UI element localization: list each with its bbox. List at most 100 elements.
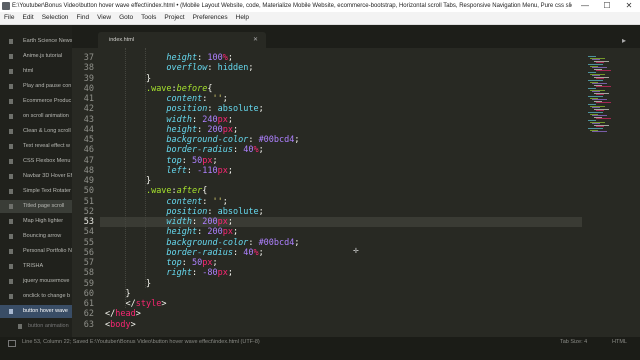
- sidebar-subitem[interactable]: button animation: [0, 320, 72, 333]
- code-token: 200: [202, 217, 218, 227]
- folder-icon: [9, 159, 13, 164]
- sidebar-item[interactable]: Titled page scroll: [0, 200, 72, 213]
- panel-toggle-icon[interactable]: [8, 340, 16, 347]
- code-token: ;: [227, 53, 233, 63]
- menu-bar: File Edit Selection Find View Goto Tools Projec…: [0, 12, 640, 25]
- code-token: ;: [233, 227, 239, 238]
- tab-close-icon[interactable]: ✕: [253, 32, 258, 48]
- code-token: background-color: [166, 237, 249, 248]
- tab-overflow-icon[interactable]: ▸: [622, 36, 626, 45]
- sidebar-item[interactable]: Clean & Long scroll: [0, 125, 72, 138]
- menu-edit[interactable]: Edit: [18, 12, 37, 24]
- menu-view[interactable]: View: [93, 12, 115, 24]
- tab-label: index.html: [109, 37, 135, 43]
- code-token: :: [232, 247, 244, 258]
- folder-icon: [9, 294, 13, 299]
- code-editor[interactable]: height: 100%; overflow: hidden; } .wave:…: [105, 48, 585, 337]
- sidebar-item[interactable]: html: [0, 65, 72, 78]
- sidebar-item[interactable]: Personal Portfolio N: [0, 245, 72, 258]
- code-token: px: [222, 227, 233, 238]
- sidebar-item[interactable]: on scroll animation: [0, 110, 72, 123]
- code-token: -110: [197, 165, 218, 176]
- folder-icon: [9, 189, 13, 194]
- code-line: overflow: hidden;: [105, 63, 253, 73]
- code-token: ;: [258, 104, 264, 115]
- code-token: ;: [258, 206, 264, 217]
- sidebar-item[interactable]: Bouncing arrow: [0, 230, 72, 243]
- folder-icon: [9, 249, 13, 254]
- code-token: 50: [192, 258, 203, 268]
- line-number: 47: [83, 155, 94, 166]
- sidebar-item[interactable]: Map High lighter: [0, 215, 72, 228]
- minimap-line: [596, 102, 611, 104]
- project-sidebar: Earth Science News Anime.js tutorial htm…: [0, 25, 72, 337]
- line-number: 60: [83, 288, 94, 299]
- code-line: }: [105, 289, 130, 299]
- sidebar-item[interactable]: Play and pause con: [0, 80, 72, 93]
- code-token: ;: [248, 63, 254, 74]
- sidebar-item[interactable]: Simple Text Rotater: [0, 185, 72, 198]
- folder-icon: [9, 99, 13, 104]
- minimap-line: [592, 131, 607, 133]
- menu-project[interactable]: Project: [160, 12, 188, 24]
- menu-preferences[interactable]: Preferences: [189, 12, 232, 24]
- code-token: left: [166, 165, 187, 176]
- indent-guide: [145, 48, 146, 288]
- sidebar-item[interactable]: Anime.js tutorial: [0, 50, 72, 63]
- code-token: right: [166, 268, 193, 279]
- line-number: 37: [83, 53, 94, 63]
- code-token: >: [161, 299, 167, 309]
- code-token: absolute: [217, 206, 259, 217]
- sidebar-item[interactable]: Ecommerce Produc: [0, 95, 72, 108]
- sidebar-item[interactable]: TRISHA: [0, 260, 72, 273]
- line-number: 46: [83, 145, 94, 156]
- code-line: background-color: #00bcd4;: [105, 237, 299, 248]
- sidebar-item[interactable]: CSS Flexbox Menu: [0, 155, 72, 168]
- code-token: px: [217, 268, 228, 279]
- code-token: body: [110, 319, 131, 330]
- minimap[interactable]: [582, 48, 640, 337]
- code-line: border-radius: 40%;: [105, 145, 263, 155]
- sidebar-item[interactable]: onclick to change b: [0, 290, 72, 303]
- code-token: overflow: [166, 63, 208, 74]
- close-button[interactable]: ✕: [618, 0, 640, 12]
- maximize-button[interactable]: ☐: [596, 0, 618, 12]
- sidebar-item[interactable]: Navbar 3D Hover Ef: [0, 170, 72, 183]
- menu-help[interactable]: Help: [232, 12, 253, 24]
- menu-selection[interactable]: Selection: [38, 12, 73, 24]
- sidebar-item[interactable]: Text reveal effect w: [0, 140, 72, 153]
- menu-goto[interactable]: Goto: [115, 12, 137, 24]
- folder-icon: [9, 279, 13, 284]
- line-number: 63: [83, 319, 94, 330]
- tab-index-html[interactable]: index.html ✕: [98, 32, 266, 48]
- line-number: 57: [83, 258, 94, 268]
- code-token: :: [207, 63, 218, 74]
- mouse-pointer-icon: ✛: [353, 248, 359, 255]
- code-token: style: [135, 299, 162, 309]
- sidebar-item-selected[interactable]: button hover wave: [0, 305, 72, 318]
- code-line: top: 50px;: [105, 156, 217, 166]
- code-line: </head>: [105, 309, 141, 319]
- status-bar: Line 53, Column 22; Saved E:\Youtuber\Bo…: [0, 337, 640, 360]
- code-token: :: [207, 104, 218, 115]
- sidebar-item[interactable]: jquery mousemove: [0, 275, 72, 288]
- menu-tools[interactable]: Tools: [137, 12, 160, 24]
- code-token: }: [145, 176, 152, 186]
- menu-find[interactable]: Find: [72, 12, 93, 24]
- code-token: ;: [233, 124, 239, 135]
- menu-file[interactable]: File: [0, 12, 18, 24]
- code-line: position: absolute;: [105, 206, 264, 217]
- minimize-button[interactable]: —: [574, 0, 596, 12]
- syntax-indicator[interactable]: HTML: [612, 337, 627, 348]
- sidebar-item[interactable]: Earth Science News: [0, 35, 72, 48]
- line-number: 44: [83, 124, 94, 135]
- code-token: height: [166, 53, 198, 63]
- line-number: 38: [83, 63, 94, 74]
- tab-size-indicator[interactable]: Tab Size: 4: [560, 337, 587, 348]
